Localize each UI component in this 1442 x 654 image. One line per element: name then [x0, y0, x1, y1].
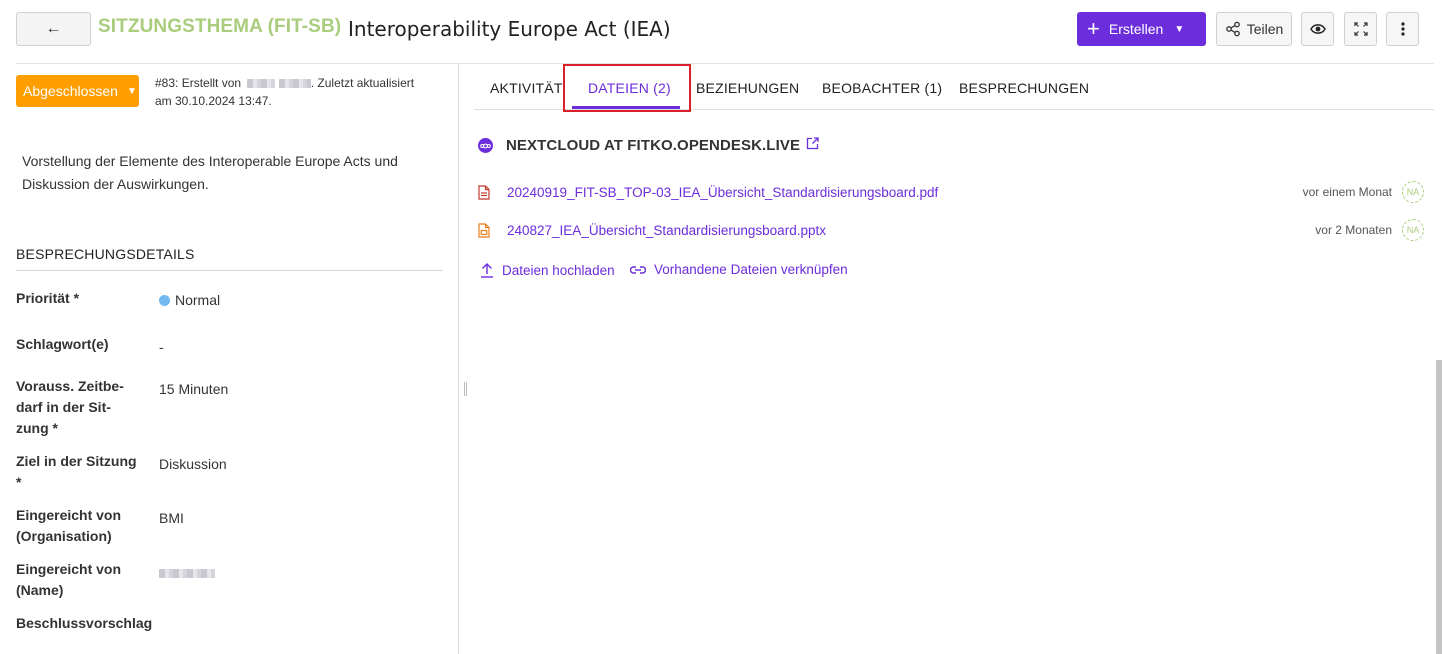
pane-splitter[interactable] [458, 64, 459, 654]
back-button[interactable]: ← [16, 12, 91, 46]
submitter-name-label: Eingereicht von (Name) [16, 561, 122, 598]
header-divider [16, 63, 1434, 64]
arrow-left-icon: ← [45, 20, 62, 37]
submitter-name-field[interactable] [159, 562, 215, 583]
redacted-name [247, 79, 276, 89]
upload-files-label: Dateien hochladen [502, 262, 615, 278]
meta-date: am 30.10.2024 13:47. [155, 94, 272, 108]
plus-icon: + [1087, 16, 1100, 41]
tags-field[interactable]: - [159, 337, 164, 358]
org-label: Eingereicht von (Organisation) [16, 507, 122, 544]
more-button[interactable] [1386, 12, 1419, 46]
pdf-file-icon [478, 184, 492, 200]
fullscreen-icon [1353, 22, 1368, 36]
proposal-label: Beschlussvorschlag [16, 615, 153, 631]
avatar: NA [1402, 219, 1424, 241]
goal-field[interactable]: Diskussion [159, 454, 227, 475]
storage-title: NEXTCLOUD AT FITKO.OPENDESK.LIVE [506, 137, 801, 154]
file-timestamp: vor einem Monat [1302, 185, 1392, 199]
file-timestamp: vor 2 Monaten [1315, 223, 1392, 237]
priority-value: Normal [175, 292, 221, 308]
tab-meetings[interactable]: BESPRECHUNGEN [959, 80, 1089, 96]
status-label: Abgeschlossen [23, 83, 118, 99]
more-vertical-icon [1400, 22, 1405, 36]
priority-dot-icon [159, 295, 170, 306]
nextcloud-icon [478, 138, 493, 153]
file-row[interactable]: 20240919_FIT-SB_TOP-03_IEA_Übersicht_Sta… [478, 180, 1424, 204]
redacted-name [278, 79, 311, 89]
section-title: BESPRECHUNGSDETAILS [16, 246, 195, 262]
pptx-file-icon [478, 222, 492, 238]
goal-label: Ziel in der Sitzung * [16, 453, 137, 490]
priority-label: Priorität * [16, 290, 80, 306]
link-existing-files-button[interactable]: Vorhandene Dateien verknüpfen [630, 262, 848, 277]
watch-button[interactable] [1301, 12, 1334, 46]
section-divider [16, 270, 443, 271]
work-package-type: SITZUNGSTHEMA (FIT-SB) [98, 16, 342, 37]
caret-down-icon: ▼ [126, 85, 137, 97]
tab-activity[interactable]: AKTIVITÄT [490, 80, 563, 96]
effort-label: Vorauss. Zeitbe-darf in der Sit-zung * [16, 378, 124, 436]
meta-middle: . Zuletzt aktualisiert [310, 76, 415, 90]
share-icon [1225, 21, 1240, 37]
priority-field[interactable]: Normal [159, 290, 220, 311]
upload-files-button[interactable]: Dateien hochladen [480, 262, 615, 278]
share-button-label: Teilen [1246, 21, 1284, 37]
caret-down-icon: ▼ [1174, 23, 1185, 35]
page-title[interactable]: Interoperability Europe Act (IEA) [348, 17, 671, 41]
link-icon [630, 265, 646, 274]
avatar: NA [1402, 181, 1424, 203]
scrollbar[interactable] [1436, 360, 1442, 654]
tags-label: Schlagwort(e) [16, 336, 109, 352]
upload-icon [481, 263, 493, 278]
work-package-meta: #83: Erstellt von . Zuletzt aktualisiert… [155, 74, 445, 110]
redacted-name [159, 568, 215, 578]
description[interactable]: Vorstellung der Elemente des Interoperab… [22, 150, 442, 196]
file-link[interactable]: 240827_IEA_Übersicht_Standardisierungsbo… [507, 223, 826, 238]
eye-icon [1309, 24, 1326, 34]
status-button[interactable]: Abgeschlossen ▼ [16, 75, 139, 107]
org-field[interactable]: BMI [159, 508, 184, 529]
file-row[interactable]: 240827_IEA_Übersicht_Standardisierungsbo… [478, 218, 1424, 242]
highlight-box [563, 64, 691, 112]
storage-header: NEXTCLOUD AT FITKO.OPENDESK.LIVE [478, 137, 819, 154]
file-link[interactable]: 20240919_FIT-SB_TOP-03_IEA_Übersicht_Sta… [507, 185, 938, 200]
meta-prefix: #83: Erstellt von [155, 76, 242, 90]
create-button[interactable]: + Erstellen ▼ [1077, 12, 1206, 46]
fullscreen-button[interactable] [1344, 12, 1377, 46]
link-existing-files-label: Vorhandene Dateien verknüpfen [654, 262, 848, 277]
create-button-label: Erstellen [1108, 21, 1164, 37]
splitter-grip-icon[interactable] [464, 382, 467, 396]
effort-field[interactable]: 15 Minuten [159, 379, 228, 400]
external-link-icon[interactable] [806, 137, 819, 154]
tab-relations[interactable]: BEZIEHUNGEN [696, 80, 799, 96]
share-button[interactable]: Teilen [1216, 12, 1292, 46]
tab-watchers[interactable]: BEOBACHTER (1) [822, 80, 942, 96]
